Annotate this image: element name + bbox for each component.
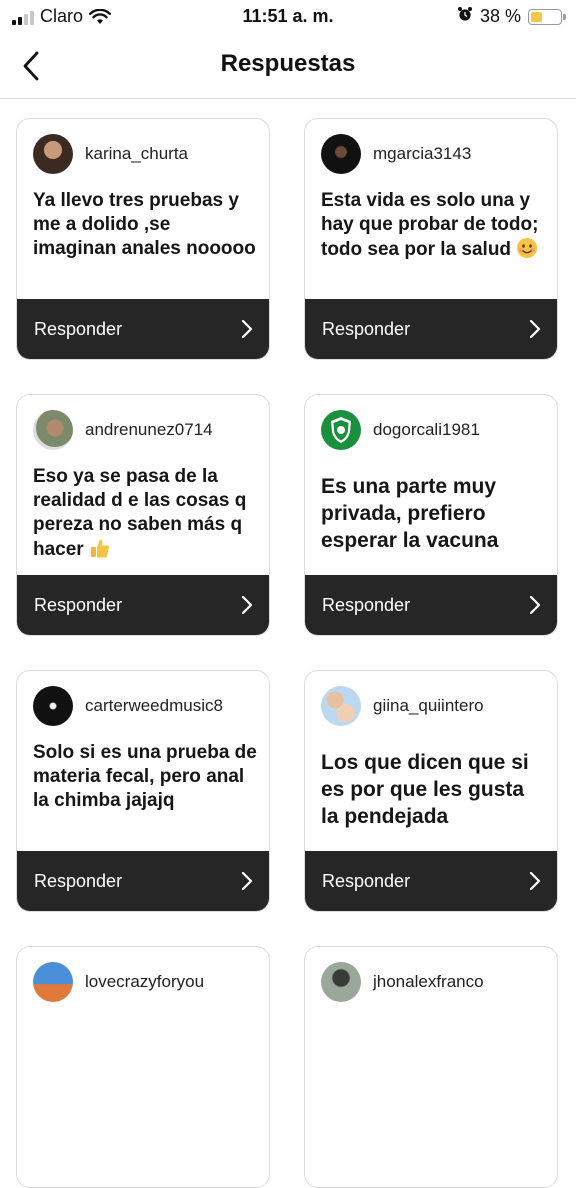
reply-button[interactable]: Responder [305,575,557,635]
card-user[interactable]: giina_quiintero [321,685,484,727]
reply-card: andrenunez0714 Eso ya se pasa de la real… [16,394,270,636]
avatar [33,686,73,726]
reply-card: mgarcia3143 Esta vida es solo una y hay … [304,118,558,360]
username: carterweedmusic8 [85,696,223,715]
smiling-face-emoji-icon [517,238,538,258]
chevron-right-icon [529,871,541,891]
card-user[interactable]: andrenunez0714 [33,409,213,451]
reply-label: Responder [34,870,123,891]
comment-text: Eso ya se pasa de la realidad d e las co… [33,466,247,560]
reply-button[interactable]: Responder [305,851,557,911]
comment-text: Es una parte muy privada, prefiero esper… [321,475,499,552]
card-user[interactable]: karina_churta [33,133,188,175]
reply-button[interactable]: Responder [17,575,269,635]
reply-button[interactable]: Responder [305,299,557,359]
avatar [321,134,361,174]
chevron-right-icon [529,595,541,615]
avatar [321,410,361,450]
page-title: Respuestas [220,50,356,77]
username: lovecrazyforyou [85,972,205,991]
reply-label: Responder [322,870,411,891]
navigation-header: Respuestas [0,36,576,99]
avatar [321,962,361,1002]
reply-card: jhonalexfranco [304,946,558,1188]
comment-text: Solo si es una prueba de materia fecal, … [33,742,257,811]
card-user[interactable]: mgarcia3143 [321,133,471,175]
username: giina_quiintero [373,696,484,715]
username: mgarcia3143 [373,144,472,163]
battery-icon [528,8,566,25]
chevron-right-icon [241,319,253,339]
reply-card: karina_churta Ya llevo tres pruebas y me… [16,118,270,360]
reply-button[interactable]: Responder [17,851,269,911]
reply-label: Responder [34,594,123,615]
username: dogorcali1981 [373,420,480,439]
username: andrenunez0714 [85,420,213,439]
username: jhonalexfranco [373,972,484,991]
username: karina_churta [85,144,189,163]
reply-label: Responder [322,318,411,339]
alarm-icon [457,6,473,27]
comment-text: Ya llevo tres pruebas y me a dolido ,se … [33,190,256,259]
thumbs-up-emoji-icon [90,539,109,558]
reply-card: carterweedmusic8 Solo si es una prueba d… [16,670,270,912]
card-user[interactable]: carterweedmusic8 [33,685,223,727]
chevron-right-icon [241,595,253,615]
card-user[interactable]: dogorcali1981 [321,409,480,451]
shield-icon [331,417,351,443]
comment-text: Los que dicen que si es por que les gust… [321,751,529,828]
avatar [33,134,73,174]
reply-label: Responder [34,318,123,339]
card-user[interactable]: lovecrazyforyou [33,961,204,1003]
reply-label: Responder [322,594,411,615]
battery-percent: 38 % [479,6,521,26]
reply-card: giina_quiintero Los que dicen que si es … [304,670,558,912]
chevron-right-icon [529,319,541,339]
comment-text: Esta vida es solo una y hay que probar d… [321,190,539,260]
status-bar: Claro 11:51 a. m. 38 % [0,0,576,34]
reply-card: lovecrazyforyou [16,946,270,1188]
avatar [33,962,73,1002]
avatar [321,686,361,726]
avatar [33,410,73,450]
reply-button[interactable]: Responder [17,299,269,359]
chevron-right-icon [241,871,253,891]
card-user[interactable]: jhonalexfranco [321,961,484,1003]
reply-card: dogorcali1981 Es una parte muy privada, … [304,394,558,636]
